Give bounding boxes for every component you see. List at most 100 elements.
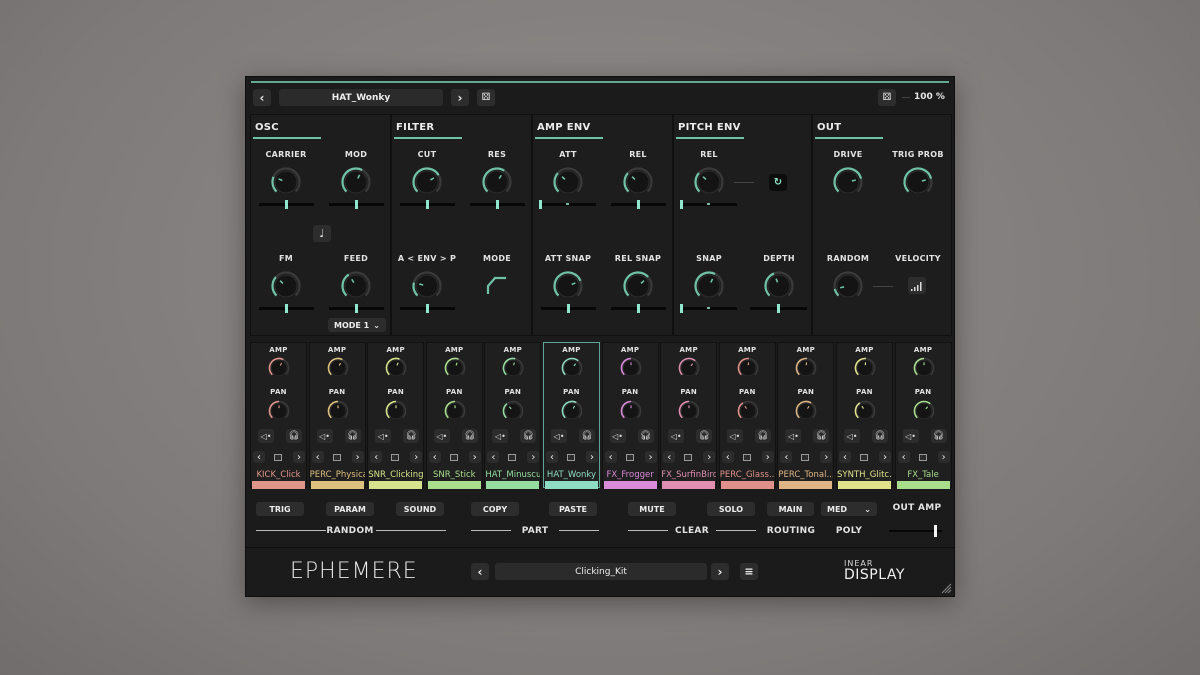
filter-mode-icon[interactable] (485, 272, 509, 296)
channel-pan-knob[interactable] (853, 399, 877, 423)
feed-mod-slider[interactable] (329, 304, 384, 313)
next-sound-button[interactable]: › (703, 451, 716, 463)
random-sound-icon[interactable] (449, 454, 458, 461)
next-sound-button[interactable]: › (586, 451, 598, 463)
randomize-preset-button[interactable]: ⚄ (477, 89, 495, 106)
mute-button[interactable]: ◁• (902, 429, 919, 443)
channel-amp-knob[interactable] (560, 356, 584, 380)
next-sound-button[interactable]: › (937, 451, 950, 463)
channel-amp-knob[interactable] (912, 356, 936, 380)
channel-strip[interactable]: AMP PAN ◁• 🎧︎ ‹ › PERC_Glass... (718, 342, 776, 489)
random-sound-icon[interactable] (918, 454, 927, 461)
channel-pan-knob[interactable] (794, 399, 818, 423)
poly-select[interactable]: MED ⌄ (821, 502, 877, 516)
kit-name-field[interactable]: Clicking_Kit (495, 563, 707, 580)
prev-sound-button[interactable]: ‹ (663, 451, 676, 463)
channel-strip[interactable]: AMP PAN ◁• 🎧︎ ‹ › KICK_Click (250, 342, 307, 489)
random-sound-icon[interactable] (742, 454, 751, 461)
solo-button[interactable]: 🎧︎ (813, 429, 830, 443)
prev-sound-button[interactable]: ‹ (253, 451, 265, 463)
channel-strip[interactable]: AMP PAN ◁• 🎧︎ ‹ › FX_SurfinBird (660, 342, 718, 489)
out-amp-thumb[interactable] (934, 525, 937, 537)
mute-button[interactable]: ◁• (785, 429, 802, 443)
channel-strip[interactable]: AMP PAN ◁• 🎧︎ ‹ › PERC_Tonal... (777, 342, 835, 489)
channel-amp-knob[interactable] (326, 356, 350, 380)
channel-name[interactable]: PERC_Physical (310, 470, 365, 480)
solo-button[interactable]: 🎧︎ (286, 429, 302, 443)
mute-button[interactable]: ◁• (433, 429, 450, 443)
channel-strip[interactable]: AMP PAN ◁• 🎧︎ ‹ › HAT_Wonky (543, 342, 600, 489)
channel-amp-knob[interactable] (736, 356, 760, 380)
drive-knob[interactable] (831, 165, 865, 199)
routing-select[interactable]: MAIN (767, 502, 814, 516)
channel-name[interactable]: KICK_Click (251, 470, 306, 480)
next-sound-button[interactable]: › (527, 451, 540, 463)
mod-mod-slider[interactable] (329, 200, 384, 209)
channel-pan-knob[interactable] (677, 399, 701, 423)
channel-name[interactable]: SNR_Stick (427, 470, 482, 480)
mute-button[interactable]: ◁• (726, 429, 743, 443)
rel-knob[interactable] (621, 165, 655, 199)
channel-amp-knob[interactable] (853, 356, 877, 380)
att-snap-mod-slider[interactable] (541, 304, 596, 313)
solo-button[interactable]: 🎧︎ (461, 429, 478, 443)
channel-name[interactable]: PERC_Glass... (720, 470, 775, 480)
part-paste-button[interactable]: PASTE (549, 502, 597, 516)
menu-button[interactable]: ≡ (740, 563, 758, 580)
solo-button[interactable]: 🎧︎ (520, 429, 537, 443)
channel-strip[interactable]: AMP PAN ◁• 🎧︎ ‹ › PERC_Physical (308, 342, 366, 489)
pitch-rel-mod-slider[interactable] (680, 200, 737, 209)
channel-pan-knob[interactable] (326, 399, 350, 423)
pitch-rel-knob[interactable] (692, 165, 726, 199)
channel-name[interactable]: PERC_Tonal... (778, 470, 833, 480)
att-knob[interactable] (551, 165, 585, 199)
channel-pan-knob[interactable] (384, 399, 408, 423)
prev-sound-button[interactable]: ‹ (839, 451, 851, 463)
channel-amp-knob[interactable] (619, 356, 643, 380)
rel-snap-mod-slider[interactable] (611, 304, 666, 313)
channel-amp-knob[interactable] (267, 356, 291, 380)
next-sound-button[interactable]: › (468, 451, 481, 463)
channel-name[interactable]: SNR_Clicking (368, 470, 423, 480)
clear-solo-button[interactable]: SOLO (707, 502, 755, 516)
mute-button[interactable]: ◁• (551, 429, 567, 443)
channel-strip[interactable]: AMP PAN ◁• 🎧︎ ‹ › SNR_Stick (425, 342, 483, 489)
resize-handle-icon[interactable] (940, 582, 952, 594)
channel-pan-knob[interactable] (736, 399, 760, 423)
velocity-button[interactable] (908, 277, 926, 294)
random-trig-button[interactable]: TRIG (256, 502, 304, 516)
channel-name[interactable]: HAT_Wonky (544, 470, 599, 480)
prev-kit-button[interactable]: ‹ (471, 563, 489, 580)
channel-name[interactable]: FX_SurfinBird (661, 470, 716, 480)
osc-mode-select[interactable]: MODE 1 ⌄ (328, 318, 386, 332)
snap-mod-slider[interactable] (680, 304, 737, 313)
att-mod-slider[interactable] (539, 200, 596, 209)
channel-name[interactable]: HAT_Minuscule (485, 470, 540, 480)
prev-sound-button[interactable]: ‹ (546, 451, 558, 463)
prev-preset-button[interactable]: ‹ (253, 89, 271, 106)
channel-name[interactable]: FX_Frogger (603, 470, 658, 480)
channel-strip[interactable]: AMP PAN ◁• 🎧︎ ‹ › SYNTH_Glitc... (836, 342, 893, 489)
rel-snap-knob[interactable] (621, 269, 655, 303)
randomize-all-button[interactable]: ⚄ (878, 89, 896, 106)
channel-amp-knob[interactable] (677, 356, 701, 380)
next-preset-button[interactable]: › (451, 89, 469, 106)
channel-strip[interactable]: AMP PAN ◁• 🎧︎ ‹ › HAT_Minuscule (484, 342, 542, 489)
part-copy-button[interactable]: COPY (471, 502, 519, 516)
channel-name[interactable]: FX_Tale (896, 470, 951, 480)
next-sound-button[interactable]: › (820, 451, 833, 463)
channel-amp-knob[interactable] (794, 356, 818, 380)
channel-name[interactable]: SYNTH_Glitc... (837, 470, 892, 480)
random-knob[interactable] (831, 269, 865, 303)
preset-name-field[interactable]: HAT_Wonky (279, 89, 443, 106)
channel-pan-knob[interactable] (267, 399, 291, 423)
random-param-button[interactable]: PARAM (326, 502, 374, 516)
channel-amp-knob[interactable] (443, 356, 467, 380)
solo-button[interactable]: 🎧︎ (403, 429, 420, 443)
rel-mod-slider[interactable] (611, 200, 666, 209)
mute-button[interactable]: ◁• (492, 429, 509, 443)
prev-sound-button[interactable]: ‹ (428, 451, 441, 463)
prev-sound-button[interactable]: ‹ (311, 451, 324, 463)
pitch-loop-button[interactable]: ↻ (769, 174, 787, 191)
mute-button[interactable]: ◁• (668, 429, 685, 443)
